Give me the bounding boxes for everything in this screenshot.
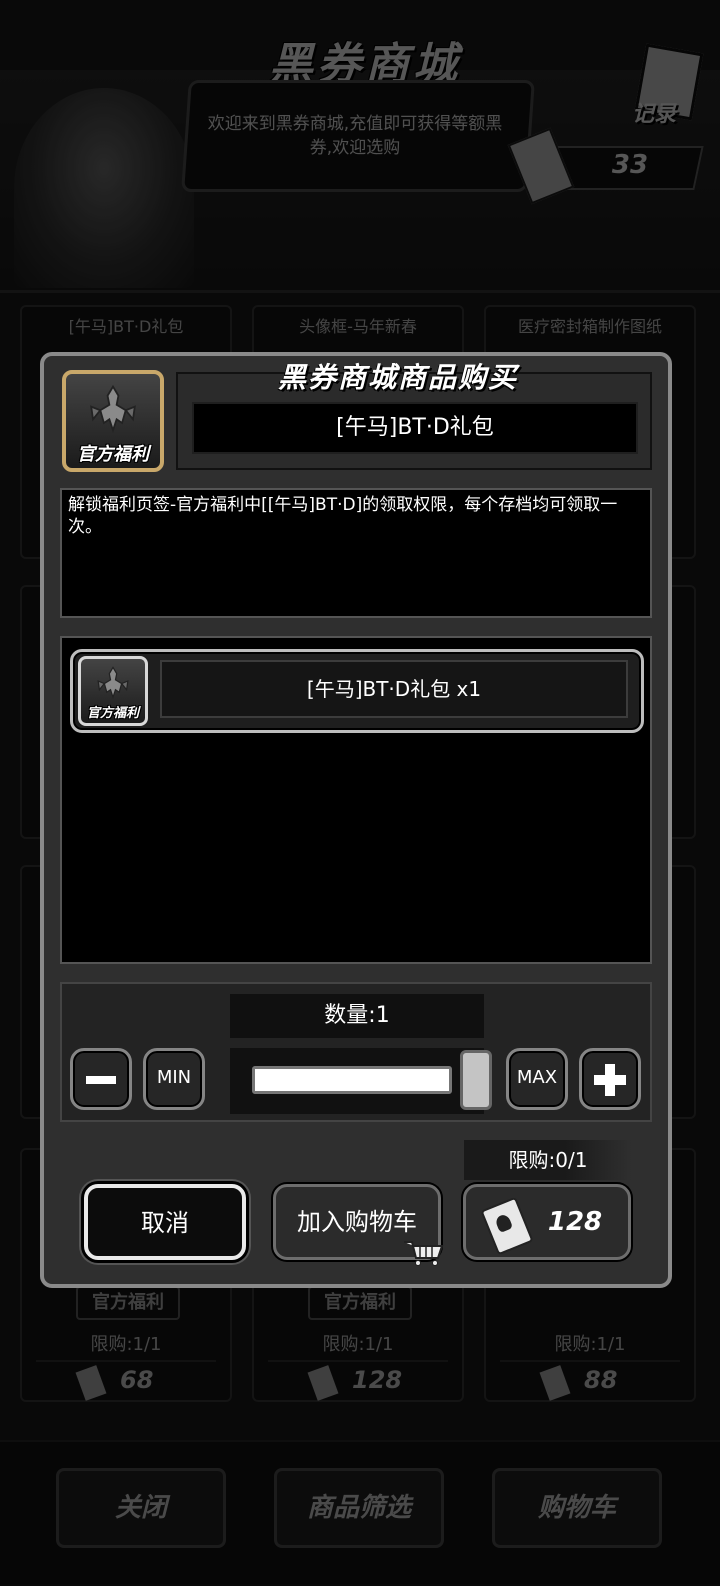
minus-icon [86,1076,116,1084]
min-button[interactable]: MIN [143,1048,205,1110]
buy-price[interactable]: 128 [540,1204,610,1240]
content-label: [午马]BT·D礼包 x1 [160,660,628,718]
quantity-label: 数量:1 [230,994,484,1038]
mech-icon [97,666,129,700]
cancel-button[interactable]: 取消 [84,1184,246,1260]
plus-icon [605,1064,615,1096]
shopping-cart-icon [404,1241,444,1266]
item-badge: 官方福利 [77,444,149,465]
ticket-face-icon [494,1213,514,1234]
max-button[interactable]: MAX [506,1048,568,1110]
slider-fill [255,1069,449,1091]
mech-icon [90,385,136,434]
content-badge: 官方福利 [86,706,139,721]
item-description: 解锁福利页签-官方福利中[[午马]BT·D]的领取权限，每个存档均可领取一次。 [60,488,652,618]
decrease-button[interactable] [70,1048,132,1110]
item-thumbnail: 官方福利 [62,370,164,472]
slider-handle[interactable] [460,1050,492,1110]
content-thumbnail: 官方福利 [78,656,148,726]
increase-button[interactable] [579,1048,641,1110]
purchase-limit: 限购:0/1 [464,1140,632,1180]
dialog-title: 黑券商城商品购买 [277,361,518,394]
item-name: [午马]BT·D礼包 [192,402,638,454]
quantity-slider[interactable] [252,1066,452,1094]
